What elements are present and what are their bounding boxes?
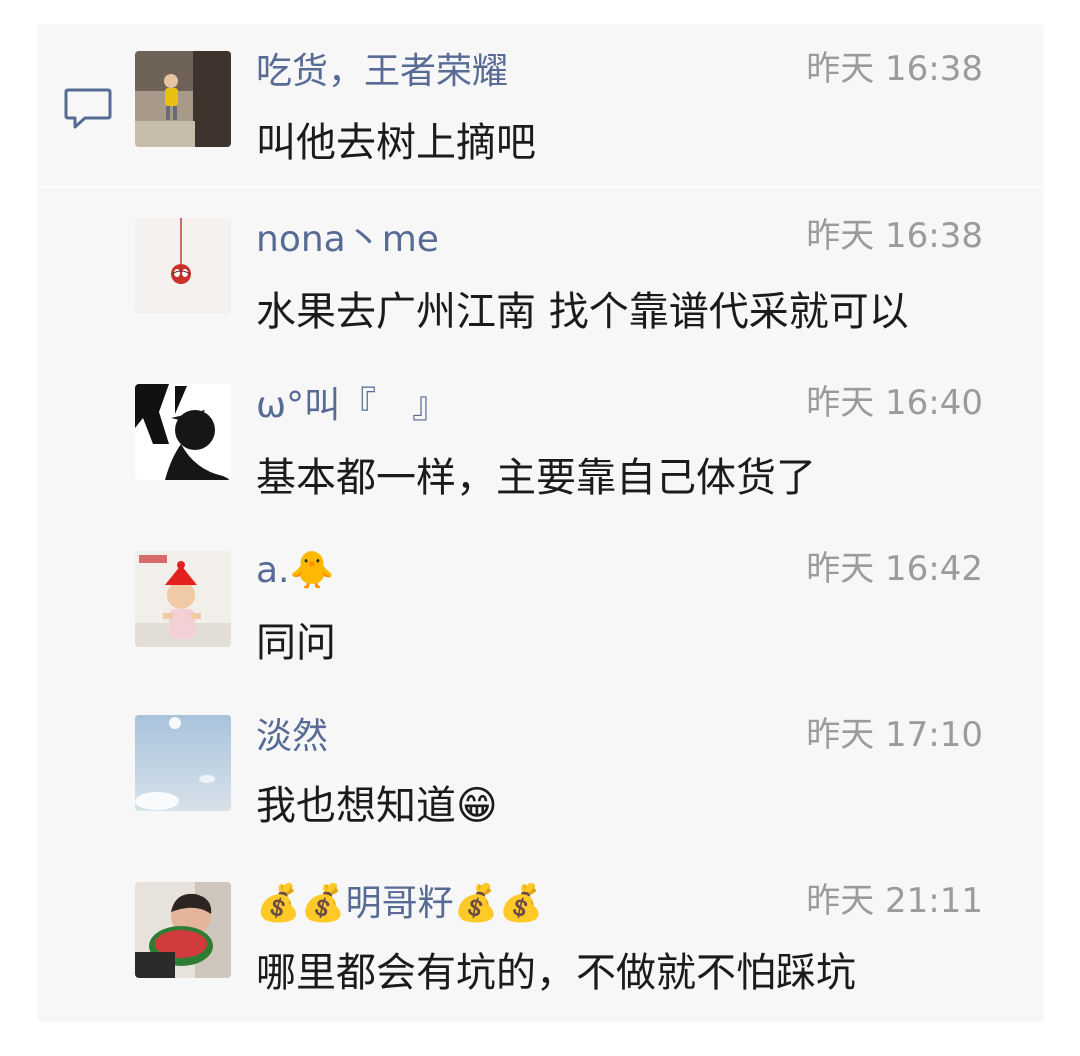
comment-item: 吃货，王者荣耀 昨天 16:38 叫他去树上摘吧 — [0, 0, 1080, 166]
comment-text: 同问 — [256, 620, 336, 666]
comment-item: 💰💰明哥籽💰💰 昨天 21:11 哪里都会有坑的，不做就不怕踩坑 — [0, 830, 1080, 996]
avatar[interactable] — [135, 551, 231, 647]
comment-text: 我也想知道😁 — [256, 783, 498, 829]
comment-time: 昨天 16:38 — [806, 49, 983, 89]
avatar[interactable] — [135, 715, 231, 811]
commenter-name[interactable]: nona丶me — [256, 218, 439, 262]
comment-time: 昨天 16:38 — [806, 216, 983, 256]
commenter-name[interactable]: 淡然 — [256, 715, 328, 759]
avatar[interactable] — [135, 384, 231, 480]
commenter-name[interactable]: 💰💰明哥籽💰💰 — [256, 882, 543, 926]
commenter-name[interactable]: a.🐥 — [256, 549, 334, 593]
avatar[interactable] — [135, 882, 231, 978]
comment-item: nona丶me 昨天 16:38 水果去广州江南 找个靠谱代采就可以 — [0, 166, 1080, 335]
avatar[interactable] — [135, 218, 231, 314]
comment-time: 昨天 16:40 — [806, 383, 983, 423]
comment-item: ω°叫『 』 昨天 16:40 基本都一样，主要靠自己体货了 — [0, 332, 1080, 501]
comment-text: 叫他去树上摘吧 — [256, 120, 536, 166]
comment-text: 基本都一样，主要靠自己体货了 — [256, 455, 816, 501]
avatar[interactable] — [135, 51, 231, 147]
comment-time: 昨天 16:42 — [806, 549, 983, 589]
comment-item: a.🐥 昨天 16:42 同问 — [0, 498, 1080, 666]
commenter-name[interactable]: 吃货，王者荣耀 — [256, 50, 508, 94]
comment-time: 昨天 21:11 — [806, 881, 983, 921]
comment-time: 昨天 17:10 — [806, 715, 983, 755]
comment-text: 哪里都会有坑的，不做就不怕踩坑 — [256, 950, 856, 996]
comment-text: 水果去广州江南 找个靠谱代采就可以 — [256, 289, 909, 335]
commenter-name[interactable]: ω°叫『 』 — [256, 384, 448, 428]
comment-item: 淡然 昨天 17:10 我也想知道😁 — [0, 664, 1080, 829]
